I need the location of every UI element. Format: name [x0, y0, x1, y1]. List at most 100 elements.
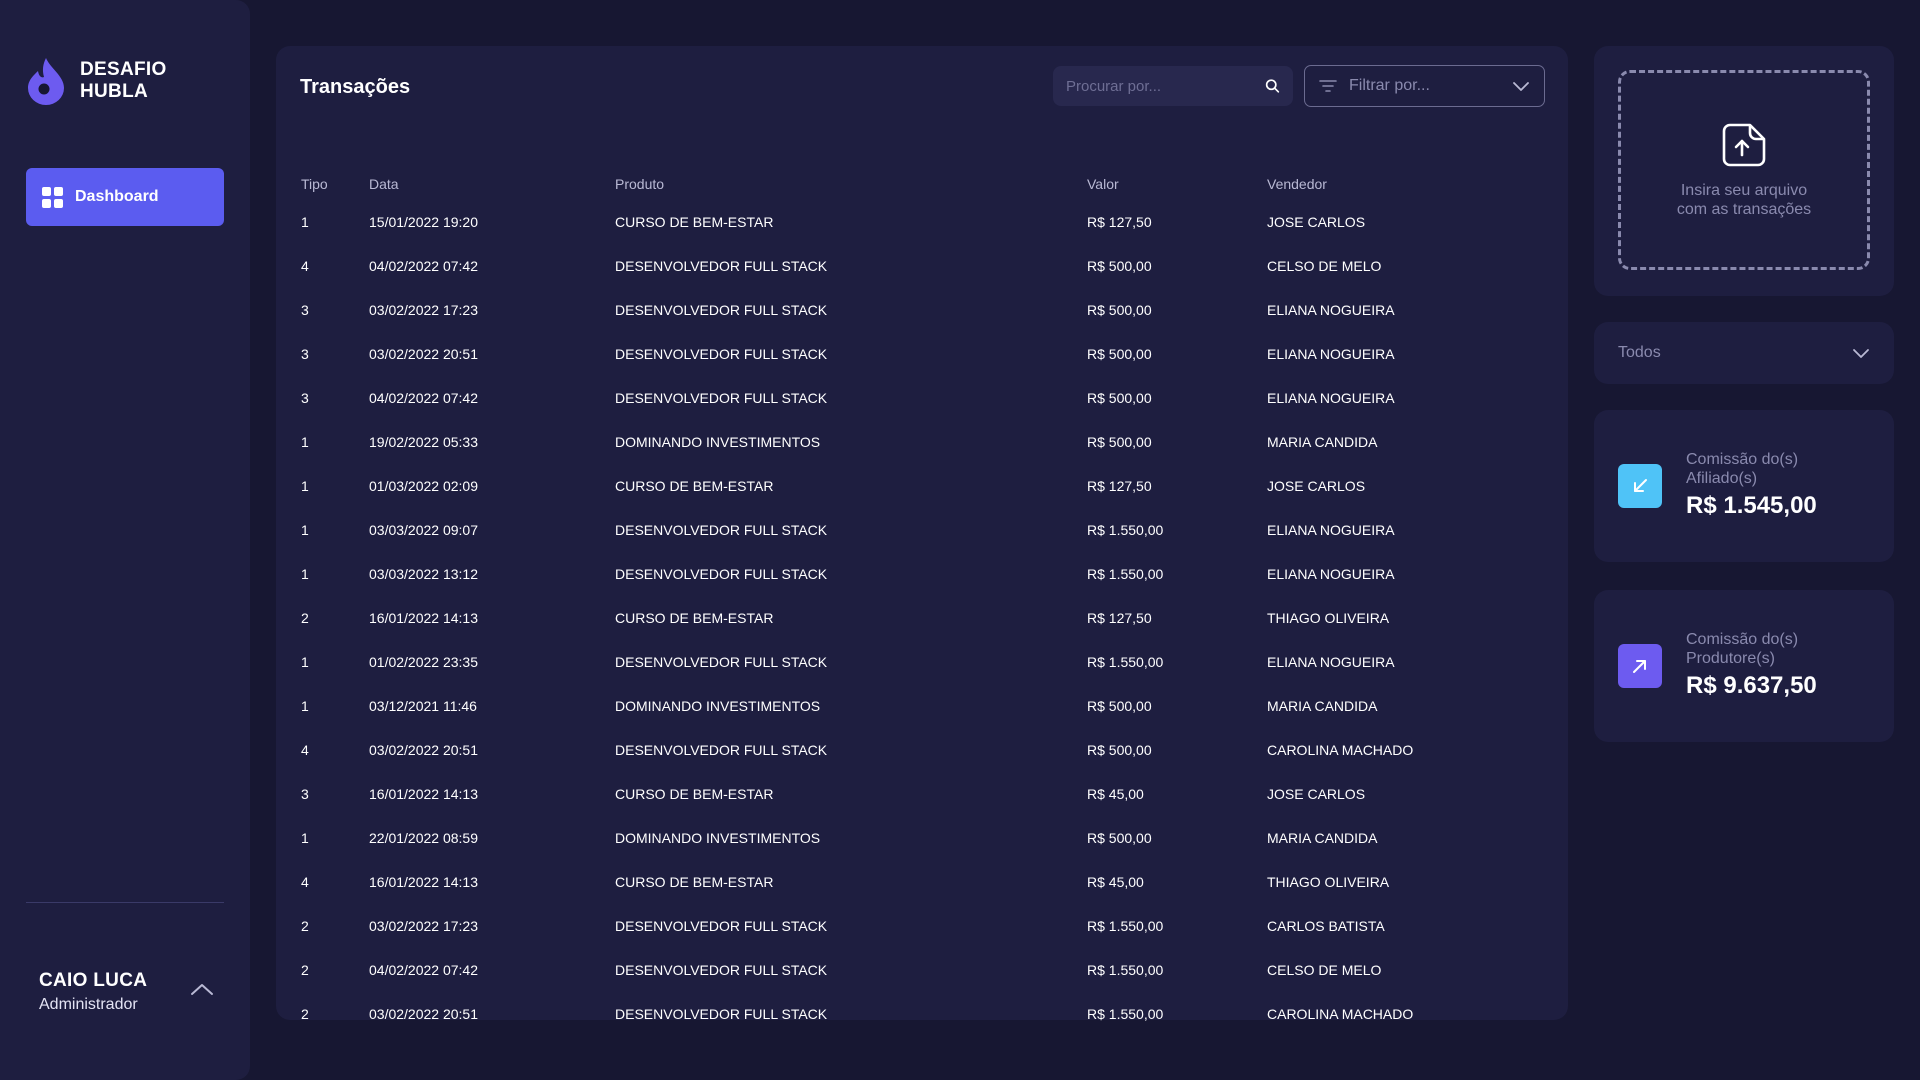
cell-vendedor: ELIANA NOGUEIRA	[1267, 522, 1395, 538]
cell-tipo: 1	[301, 830, 309, 846]
column-header-valor[interactable]: Valor	[1087, 168, 1267, 200]
cell-data: 04/02/2022 07:42	[369, 962, 478, 978]
brand-logo[interactable]: DESAFIO HUBLA	[26, 56, 167, 106]
select-value: Todos	[1618, 344, 1661, 361]
table-row[interactable]: 1 03/03/2022 09:07 DESENVOLVEDOR FULL STAC…	[276, 508, 1568, 552]
table-row[interactable]: 2 03/02/2022 17:23 DESENVOLVEDOR FULL STAC…	[276, 904, 1568, 948]
table-row[interactable]: 4 03/02/2022 20:51 DESENVOLVEDOR FULL STAC…	[276, 728, 1568, 772]
cell-valor: R$ 127,50	[1087, 214, 1152, 230]
table-row[interactable]: 4 16/01/2022 14:13 CURSO DE BEM-ESTAR R$ 45…	[276, 860, 1568, 904]
user-menu-toggle[interactable]	[186, 976, 218, 1004]
upload-instructions: Insira seu arquivo com as transações	[1676, 182, 1812, 218]
stat-label: Comissão do(s) Afiliado(s)	[1686, 451, 1799, 487]
column-header-data[interactable]: Data	[369, 168, 615, 200]
table-row[interactable]: 1 01/02/2022 23:35 DESENVOLVEDOR FULL STAC…	[276, 640, 1568, 684]
cell-vendedor: JOSE CARLOS	[1267, 478, 1366, 494]
table-row[interactable]: 3 16/01/2022 14:13 CURSO DE BEM-ESTAR R$ 45…	[276, 772, 1568, 816]
user-role: Administrador	[39, 996, 138, 1013]
cell-produto: DESENVOLVEDOR FULL STACK	[615, 566, 828, 582]
cell-tipo: 1	[301, 698, 309, 714]
table-row[interactable]: 3 04/02/2022 07:42 DESENVOLVEDOR FULL STAC…	[276, 376, 1568, 420]
cell-valor: R$ 500,00	[1087, 698, 1152, 714]
cell-produto: DESENVOLVEDOR FULL STACK	[615, 918, 828, 934]
cell-valor: R$ 1.550,00	[1087, 962, 1164, 978]
cell-data: 03/03/2022 13:12	[369, 566, 478, 582]
cell-tipo: 4	[301, 874, 309, 890]
cell-valor: R$ 500,00	[1087, 830, 1152, 846]
cell-produto: DESENVOLVEDOR FULL STACK	[615, 962, 828, 978]
column-header-tipo[interactable]: Tipo	[276, 168, 369, 200]
table-row[interactable]: 2 04/02/2022 07:42 DESENVOLVEDOR FULL STAC…	[276, 948, 1568, 992]
cell-tipo: 2	[301, 962, 309, 978]
dashboard-grid-icon	[42, 186, 63, 208]
cell-tipo: 3	[301, 786, 309, 802]
cell-data: 03/02/2022 20:51	[369, 1006, 478, 1022]
cell-tipo: 4	[301, 742, 309, 758]
table-row[interactable]: 3 03/02/2022 17:23 DESENVOLVEDOR FULL STAC…	[276, 288, 1568, 332]
table-row[interactable]: 1 15/01/2022 19:20 CURSO DE BEM-ESTAR R$ 12…	[276, 200, 1568, 244]
file-upload-icon	[1722, 123, 1766, 167]
stat-value: R$ 1.545,00	[1686, 492, 1817, 519]
chevron-down-icon	[1513, 82, 1529, 91]
table-row[interactable]: 2 16/01/2022 14:13 CURSO DE BEM-ESTAR R$ 12…	[276, 596, 1568, 640]
table-row[interactable]: 1 22/01/2022 08:59 DOMINANDO INVESTIMENTOS…	[276, 816, 1568, 860]
file-dropzone[interactable]: Insira seu arquivo com as transações	[1618, 70, 1870, 270]
cell-tipo: 3	[301, 346, 309, 362]
table-row[interactable]: 4 04/02/2022 07:42 DESENVOLVEDOR FULL STAC…	[276, 244, 1568, 288]
cell-valor: R$ 500,00	[1087, 434, 1152, 450]
cell-produto: DESENVOLVEDOR FULL STACK	[615, 302, 828, 318]
cell-data: 01/02/2022 23:35	[369, 654, 478, 670]
cell-vendedor: ELIANA NOGUEIRA	[1267, 654, 1395, 670]
table-row[interactable]: 2 03/02/2022 20:51 DESENVOLVEDOR FULL STAC…	[276, 992, 1568, 1036]
user-name: CAIO LUCA	[39, 970, 148, 991]
table-row[interactable]: 1 03/03/2022 13:12 DESENVOLVEDOR FULL STAC…	[276, 552, 1568, 596]
brand-line-1: DESAFIO	[80, 59, 167, 80]
filter-icon	[1319, 80, 1337, 92]
table-row[interactable]: 1 03/12/2021 11:46 DOMINANDO INVESTIMENTOS…	[276, 684, 1568, 728]
cell-data: 15/01/2022 19:20	[369, 214, 478, 230]
column-header-produto[interactable]: Produto	[615, 168, 1087, 200]
table-row[interactable]: 3 03/02/2022 20:51 DESENVOLVEDOR FULL STAC…	[276, 332, 1568, 376]
sidebar-item-dashboard[interactable]: Dashboard	[26, 168, 224, 226]
cell-produto: DESENVOLVEDOR FULL STACK	[615, 1006, 828, 1022]
arrow-up-right-icon	[1618, 644, 1662, 688]
producer-commission-card: Comissão do(s) Produtore(s) R$ 9.637,50	[1594, 590, 1894, 742]
column-header-vendedor[interactable]: Vendedor	[1267, 168, 1568, 200]
table-row[interactable]: 1 01/03/2022 02:09 CURSO DE BEM-ESTAR R$ 12…	[276, 464, 1568, 508]
cell-data: 03/03/2022 09:07	[369, 522, 478, 538]
cell-valor: R$ 1.550,00	[1087, 1006, 1164, 1022]
brand-line-2: HUBLA	[80, 81, 148, 102]
stat-label: Comissão do(s) Produtore(s)	[1686, 631, 1799, 667]
commission-filter-select[interactable]: Todos	[1594, 322, 1894, 384]
cell-vendedor: THIAGO OLIVEIRA	[1267, 874, 1390, 890]
cell-vendedor: ELIANA NOGUEIRA	[1267, 566, 1395, 582]
cell-valor: R$ 500,00	[1087, 742, 1152, 758]
cell-tipo: 1	[301, 566, 309, 582]
cell-data: 16/01/2022 14:13	[369, 786, 478, 802]
cell-produto: CURSO DE BEM-ESTAR	[615, 214, 774, 230]
user-profile: CAIO LUCA Administrador	[39, 970, 147, 1014]
cell-vendedor: CARLOS BATISTA	[1267, 918, 1385, 934]
filter-label: Filtrar por...	[1349, 77, 1430, 94]
cell-produto: CURSO DE BEM-ESTAR	[615, 610, 774, 626]
cell-valor: R$ 500,00	[1087, 302, 1152, 318]
table-body: 1 15/01/2022 19:20 CURSO DE BEM-ESTAR R$ 12…	[276, 200, 1568, 1036]
cell-vendedor: ELIANA NOGUEIRA	[1267, 390, 1395, 406]
arrow-down-left-icon	[1618, 464, 1662, 508]
cell-vendedor: MARIA CANDIDA	[1267, 698, 1378, 714]
cell-tipo: 2	[301, 610, 309, 626]
filter-dropdown[interactable]: Filtrar por...	[1304, 65, 1545, 107]
cell-data: 03/02/2022 20:51	[369, 742, 478, 758]
cell-data: 16/01/2022 14:13	[369, 874, 478, 890]
cell-vendedor: CAROLINA MACHADO	[1267, 742, 1414, 758]
cell-vendedor: MARIA CANDIDA	[1267, 434, 1378, 450]
cell-produto: DESENVOLVEDOR FULL STACK	[615, 742, 828, 758]
cell-tipo: 1	[301, 654, 309, 670]
cell-tipo: 1	[301, 434, 309, 450]
cell-tipo: 2	[301, 918, 309, 934]
cell-vendedor: THIAGO OLIVEIRA	[1267, 610, 1390, 626]
search-input[interactable]	[1066, 77, 1265, 95]
cell-vendedor: CELSO DE MELO	[1267, 962, 1382, 978]
table-row[interactable]: 1 19/02/2022 05:33 DOMINANDO INVESTIMENTOS…	[276, 420, 1568, 464]
search-icon[interactable]	[1265, 77, 1280, 95]
